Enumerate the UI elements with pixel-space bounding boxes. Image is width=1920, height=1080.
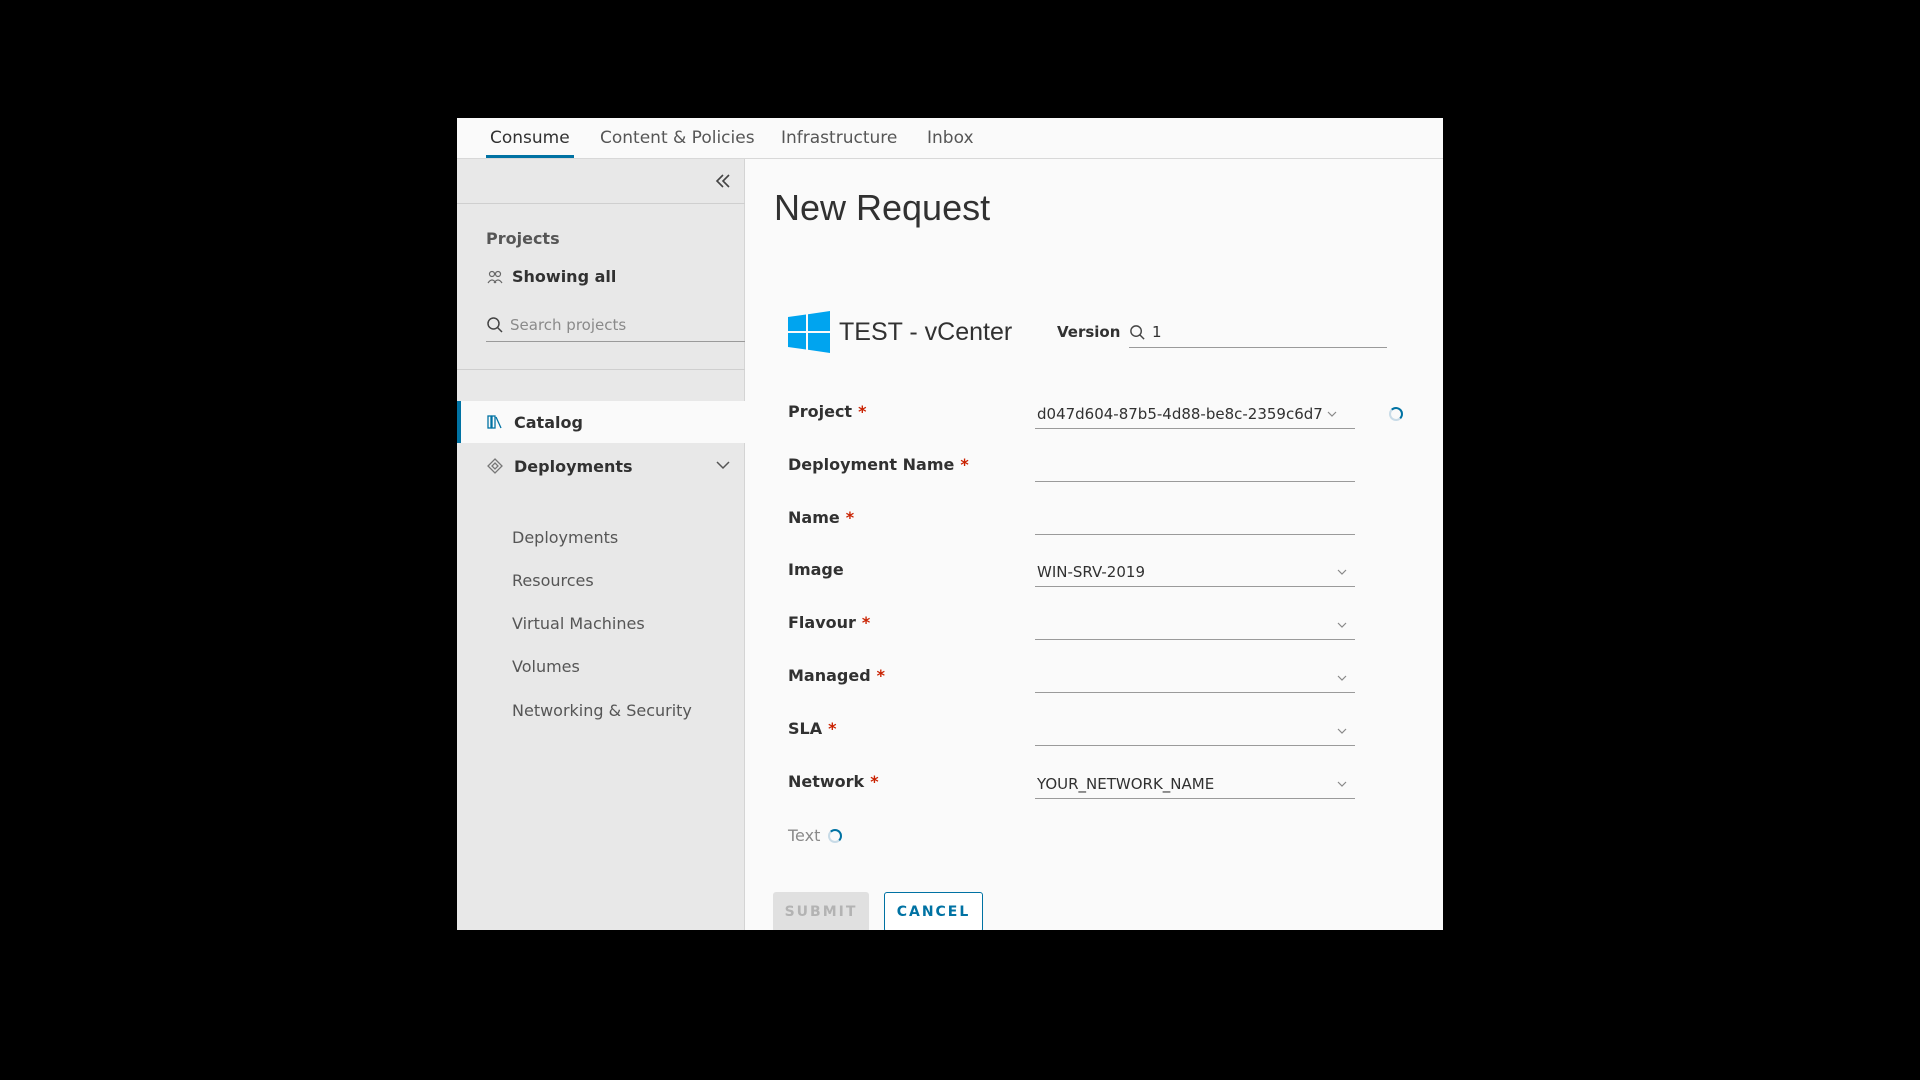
deployments-icon xyxy=(487,458,503,474)
flavour-label: Flavour * xyxy=(788,613,871,632)
project-value: d047d604-87b5-4d88-be8c-2359c6d7 xyxy=(1037,405,1323,423)
version-select[interactable]: 1 xyxy=(1129,317,1387,348)
managed-select[interactable] xyxy=(1035,663,1355,693)
chevron-down-icon xyxy=(716,461,730,470)
search-projects xyxy=(486,309,745,342)
catalog-icon xyxy=(487,415,502,429)
search-icon xyxy=(487,317,503,333)
showing-all-label: Showing all xyxy=(512,267,617,286)
flavour-select[interactable] xyxy=(1035,610,1355,640)
version-label: Version xyxy=(1057,323,1121,341)
required-marker: * xyxy=(828,719,837,738)
required-marker: * xyxy=(960,455,969,474)
users-icon xyxy=(487,270,503,283)
cancel-button[interactable]: CANCEL xyxy=(884,892,983,930)
project-label: Project * xyxy=(788,402,867,421)
chevron-down-icon xyxy=(1337,622,1347,628)
chevron-down-icon xyxy=(1337,728,1347,734)
sidebar-item-resources[interactable]: Resources xyxy=(512,571,594,590)
network-label: Network * xyxy=(788,772,879,791)
catalog-item-name: TEST - vCenter xyxy=(839,317,1013,346)
required-marker: * xyxy=(870,772,879,791)
sidebar-item-label: Catalog xyxy=(514,412,583,432)
double-chevron-left-icon xyxy=(715,174,730,188)
sidebar-item-virtual-machines[interactable]: Virtual Machines xyxy=(512,614,645,633)
sidebar-item-catalog[interactable]: Catalog xyxy=(457,401,745,443)
sla-select[interactable] xyxy=(1035,716,1355,746)
version-value: 1 xyxy=(1152,323,1162,341)
tab-infrastructure[interactable]: Infrastructure xyxy=(781,118,897,158)
chevron-down-icon xyxy=(1337,781,1347,787)
chevron-down-icon xyxy=(1337,675,1347,681)
sidebar-divider xyxy=(457,369,745,370)
tab-consume[interactable]: Consume xyxy=(486,118,574,158)
deployment-name-label: Deployment Name * xyxy=(788,455,969,474)
image-label: Image xyxy=(788,560,844,579)
submit-button[interactable]: SUBMIT xyxy=(773,892,869,930)
image-select[interactable]: WIN-SRV-2019 xyxy=(1035,557,1355,587)
deployment-name-input[interactable] xyxy=(1035,452,1355,482)
catalog-item-header: TEST - vCenter xyxy=(787,309,1012,355)
loading-spinner-icon xyxy=(828,829,842,843)
network-select[interactable]: YOUR_NETWORK_NAME xyxy=(1035,769,1355,799)
required-marker: * xyxy=(858,402,867,421)
sidebar-divider xyxy=(457,203,745,204)
main-content: New Request TEST - vCenter Version 1 Pro… xyxy=(745,159,1443,930)
image-value: WIN-SRV-2019 xyxy=(1037,563,1145,581)
sla-label: SLA * xyxy=(788,719,837,738)
sidebar-group-deployments[interactable]: Deployments xyxy=(457,445,745,487)
network-value: YOUR_NETWORK_NAME xyxy=(1037,775,1215,793)
text-field-label: Text xyxy=(788,826,821,845)
chevron-down-icon xyxy=(1337,569,1347,575)
search-icon xyxy=(1130,324,1145,340)
app-window: Consume Content & Policies Infrastructur… xyxy=(457,118,1443,930)
sidebar-item-volumes[interactable]: Volumes xyxy=(512,657,580,676)
name-input[interactable] xyxy=(1035,505,1355,535)
sidebar-item-networking-security[interactable]: Networking & Security xyxy=(512,701,692,720)
required-marker: * xyxy=(861,613,871,632)
chevron-down-icon xyxy=(1327,411,1337,417)
sidebar-item-label: Deployments xyxy=(514,456,633,476)
page-title: New Request xyxy=(774,187,991,228)
search-projects-input[interactable] xyxy=(510,316,730,334)
managed-label: Managed * xyxy=(788,666,886,685)
collapse-sidebar-button[interactable] xyxy=(713,171,733,191)
windows-logo-icon xyxy=(788,311,830,353)
top-nav: Consume Content & Policies Infrastructur… xyxy=(457,118,1443,159)
sidebar: Projects Showing all Cat xyxy=(457,159,745,930)
sidebar-item-deployments[interactable]: Deployments xyxy=(512,528,618,547)
required-marker: * xyxy=(876,666,886,685)
tab-inbox[interactable]: Inbox xyxy=(927,118,974,158)
tab-content-policies[interactable]: Content & Policies xyxy=(600,118,755,158)
loading-spinner-icon xyxy=(1389,407,1403,421)
project-filter-showing-all[interactable]: Showing all xyxy=(486,267,616,286)
project-select[interactable]: d047d604-87b5-4d88-be8c-2359c6d7 xyxy=(1035,399,1355,429)
projects-label: Projects xyxy=(486,229,560,248)
required-marker: * xyxy=(845,508,855,527)
name-label: Name * xyxy=(788,508,855,527)
